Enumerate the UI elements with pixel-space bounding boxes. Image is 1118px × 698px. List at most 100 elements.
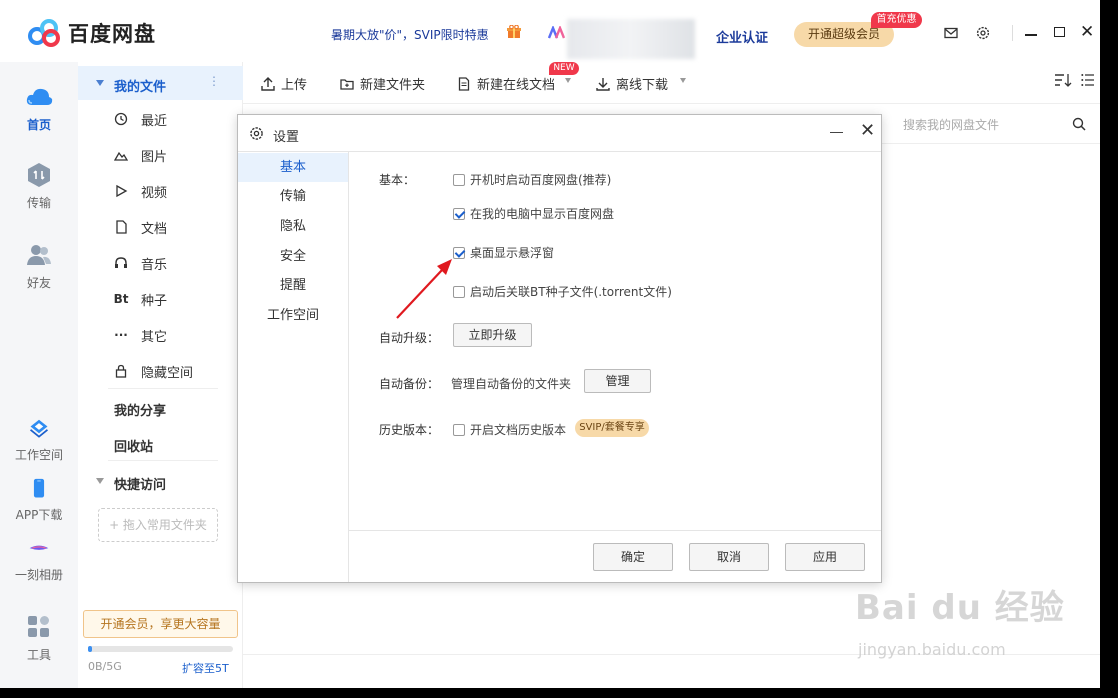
new-folder-icon — [340, 78, 354, 90]
settings-basic-panel: 基本： 开机时启动百度网盘(推荐) 在我的电脑中显示百度网盘 桌面显示悬浮窗 启… — [349, 152, 881, 582]
option-doc-history[interactable]: 开启文档历史版本 — [453, 421, 566, 438]
upload-button[interactable]: 上传 — [261, 74, 307, 93]
rail-item-home[interactable]: 首页 — [0, 84, 78, 133]
tools-icon — [28, 616, 49, 637]
more-icon: ··· — [114, 328, 128, 342]
nav-item-pictures[interactable]: 图片 — [114, 145, 167, 165]
bt-icon: Bt — [113, 292, 129, 306]
offline-download-button[interactable]: 离线下载 — [596, 74, 668, 93]
nav-item-torrents[interactable]: Bt 种子 — [114, 289, 167, 309]
nav-quick-access[interactable]: 快捷访问 — [114, 474, 166, 493]
minimize-icon[interactable] — [1025, 34, 1037, 36]
auto-backup-label: 自动备份： — [379, 377, 440, 391]
tab-basic[interactable]: 基本 — [238, 153, 348, 182]
nav-my-files[interactable]: 我的文件 ⋮ — [78, 66, 243, 100]
nav-my-share[interactable]: 我的分享 — [114, 400, 166, 419]
nav-item-music[interactable]: 音乐 — [114, 253, 167, 273]
nav-item-recent[interactable]: 最近 — [114, 109, 167, 129]
first-charge-badge: 首充优惠 — [871, 12, 922, 28]
promo-link[interactable]: 暑期大放"价"，SVIP限时特惠 — [331, 26, 489, 43]
nav-divider — [108, 388, 218, 389]
option-associate-bt-files[interactable]: 启动后关联BT种子文件(.torrent文件) — [453, 283, 672, 300]
cancel-button[interactable]: 取消 — [689, 543, 769, 571]
list-view-icon[interactable] — [1081, 72, 1095, 88]
option-launch-at-startup[interactable]: 开机时启动百度网盘(推荐) — [453, 171, 611, 188]
dialog-minimize-icon[interactable] — [830, 132, 843, 133]
rail-item-tools[interactable]: 工具 — [0, 614, 78, 663]
enterprise-verify-link[interactable]: 企业认证 — [716, 27, 768, 46]
checkbox-checked[interactable] — [453, 246, 465, 259]
member-promo-button[interactable]: 开通会员，享更大容量 — [83, 610, 238, 638]
caret-down-icon[interactable] — [96, 478, 104, 484]
gear-icon — [250, 127, 263, 140]
apply-button[interactable]: 应用 — [785, 543, 865, 571]
checkbox[interactable] — [453, 423, 465, 436]
tab-transfer[interactable]: 传输 — [238, 182, 348, 211]
tab-reminder[interactable]: 提醒 — [238, 271, 348, 300]
dialog-header: 设置 ✕ — [238, 115, 881, 152]
rail-item-transfer[interactable]: 传输 — [0, 162, 78, 211]
history-version-label: 历史版本： — [379, 423, 440, 437]
app-name: 百度网盘 — [68, 22, 156, 46]
play-icon — [116, 184, 128, 198]
baidu-netdisk-logo-icon — [28, 19, 62, 47]
nav-recycle-bin[interactable]: 回收站 — [114, 436, 153, 455]
dialog-close-icon[interactable]: ✕ — [860, 120, 875, 141]
tab-security[interactable]: 安全 — [238, 242, 348, 271]
upgrade-now-button[interactable]: 立即升级 — [453, 323, 532, 347]
option-floating-window[interactable]: 桌面显示悬浮窗 — [453, 244, 554, 261]
online-doc-icon — [458, 76, 470, 91]
dialog-title: 设置 — [273, 130, 300, 145]
manage-backup-button[interactable]: 管理 — [584, 369, 651, 393]
headphones-icon — [115, 257, 127, 268]
storage-usage: 0B/5G — [88, 660, 122, 673]
workspace-icon — [30, 419, 48, 438]
ai-assistant-icon[interactable] — [548, 26, 568, 40]
mail-icon[interactable] — [944, 26, 958, 40]
rail-item-app-download[interactable]: APP下载 — [0, 478, 78, 523]
svip-exclusive-badge: SVIP/套餐专享 — [575, 419, 649, 437]
title-divider — [1012, 25, 1013, 41]
search-icon[interactable] — [1072, 117, 1086, 131]
new-online-doc-button[interactable]: 新建在线文档 — [457, 74, 555, 93]
side-rail: 首页 传输 好友 工作空间 APP下载 一刻相册 工具 — [0, 62, 78, 688]
checkbox[interactable] — [453, 285, 465, 298]
transfer-icon — [28, 163, 50, 187]
rail-item-workspace[interactable]: 工作空间 — [0, 418, 78, 463]
file-nav: 我的文件 ⋮ 最近 图片 视频 文档 音乐 Bt 种子 ··· 其它 隐藏空间 … — [78, 62, 243, 688]
rail-item-album[interactable]: 一刻相册 — [0, 538, 78, 583]
nav-divider — [108, 460, 218, 461]
caret-down-icon[interactable] — [680, 78, 686, 83]
lock-icon — [115, 364, 127, 378]
option-show-in-my-computer[interactable]: 在我的电脑中显示百度网盘 — [453, 205, 614, 222]
clock-icon — [114, 112, 128, 126]
expand-storage-link[interactable]: 扩容至5T — [182, 660, 229, 676]
title-bar: 百度网盘 暑期大放"价"，SVIP限时特惠 企业认证 开通超级会员 首充优惠 ✕ — [0, 0, 1100, 62]
checkbox-checked[interactable] — [453, 207, 465, 220]
nav-item-documents[interactable]: 文档 — [114, 217, 167, 237]
nav-item-others[interactable]: ··· 其它 — [114, 325, 167, 345]
nav-item-hidden-space[interactable]: 隐藏空间 — [114, 361, 193, 381]
auto-upgrade-label: 自动升级： — [379, 331, 440, 345]
app-logo[interactable]: 百度网盘 — [28, 18, 156, 48]
gift-icon[interactable] — [507, 25, 521, 39]
main-toolbar: 上传 新建文件夹 新建在线文档 离线下载 — [243, 62, 1100, 104]
tab-workspace[interactable]: 工作空间 — [238, 301, 348, 330]
checkbox[interactable] — [453, 173, 465, 186]
app-window: 百度网盘 暑期大放"价"，SVIP限时特惠 企业认证 开通超级会员 首充优惠 ✕… — [0, 0, 1100, 688]
maximize-icon[interactable] — [1054, 27, 1065, 37]
new-folder-button[interactable]: 新建文件夹 — [340, 74, 425, 93]
more-vertical-icon[interactable]: ⋮ — [208, 74, 220, 88]
ok-button[interactable]: 确定 — [593, 543, 673, 571]
rail-item-friends[interactable]: 好友 — [0, 242, 78, 291]
settings-gear-icon[interactable] — [976, 26, 990, 40]
drop-folder-zone[interactable]: + 拖入常用文件夹 — [98, 508, 218, 542]
sort-icon[interactable] — [1054, 72, 1072, 88]
close-icon[interactable]: ✕ — [1080, 22, 1094, 42]
caret-down-icon[interactable] — [565, 78, 571, 83]
album-icon — [29, 545, 49, 550]
tab-privacy[interactable]: 隐私 — [238, 212, 348, 241]
phone-icon — [33, 478, 45, 498]
nav-item-videos[interactable]: 视频 — [114, 181, 167, 201]
search-input[interactable]: 搜索我的网盘文件 — [903, 116, 999, 133]
